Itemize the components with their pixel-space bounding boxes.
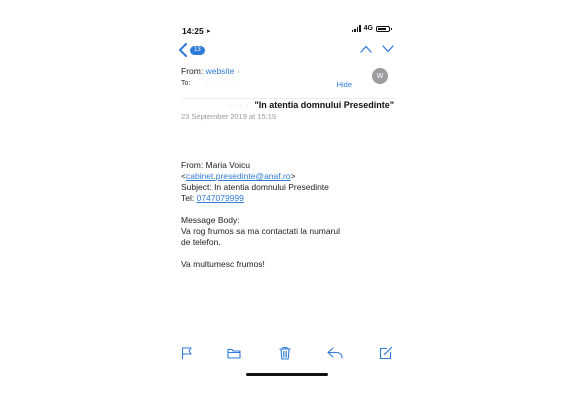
chevron-right-icon: › <box>237 67 241 76</box>
unread-badge: 13 <box>190 45 205 55</box>
compose-icon[interactable] <box>379 346 393 360</box>
message-body: From: Maria Voicu <cabinet.presedinte@an… <box>181 160 396 270</box>
subject-text: "In atentia domnului Presedinte" <box>254 100 395 110</box>
battery-level <box>378 27 386 30</box>
email-close-bracket: > <box>290 171 296 181</box>
subject-block: · · · · "In atentia domnului Presedinte" … <box>181 100 396 121</box>
email-link[interactable]: cabinet.presedinte@anaf.ro <box>186 171 291 181</box>
mail-screen: 14:25 ➤ 4G 13 From: website › To: · · · … <box>170 20 402 388</box>
message-body-label: Message Body: <box>181 215 240 225</box>
subject-redacted: · · · · <box>229 100 249 110</box>
phone-link[interactable]: 0747079999 <box>197 193 244 203</box>
message-body-line-2: de telefon. <box>181 237 221 247</box>
recipient[interactable]: · · · · · · · · <box>206 80 238 87</box>
to-label: To: <box>181 80 191 87</box>
status-time-text: 14:25 <box>182 26 204 36</box>
home-indicator[interactable] <box>246 373 328 376</box>
chevron-down-icon[interactable] <box>382 45 394 53</box>
from-label: From: <box>181 66 204 76</box>
tel-label: Tel: <box>181 193 197 203</box>
location-arrow-icon: ➤ <box>205 29 211 35</box>
message-date: 23 September 2019 at 15:19 <box>181 112 277 121</box>
chevron-left-icon <box>179 43 187 57</box>
trash-icon[interactable] <box>278 346 292 360</box>
battery-tip <box>390 27 392 30</box>
back-button[interactable]: 13 <box>178 43 205 57</box>
signal-icon <box>351 25 361 32</box>
message-header: From: website › To: · · · · · · · · Hide … <box>181 66 396 89</box>
from-line: From: website › <box>181 66 396 76</box>
network-label: 4G <box>363 25 373 32</box>
status-indicators: 4G <box>351 25 392 32</box>
header-divider <box>181 98 396 99</box>
sender-name[interactable]: website <box>206 66 235 76</box>
closing-line: Va multumesc frumos! <box>181 259 265 269</box>
status-bar: 14:25 ➤ 4G <box>170 20 402 40</box>
page: 14:25 ➤ 4G 13 From: website › To: · · · … <box>0 0 587 408</box>
folder-icon[interactable] <box>227 346 241 360</box>
battery-icon <box>376 25 392 32</box>
message-body-line-1: Va rog frumos sa ma contactati la numaru… <box>181 226 341 236</box>
flag-icon[interactable] <box>180 346 194 360</box>
avatar: W <box>372 68 388 84</box>
body-tel-line: Tel: 0747079999 <box>181 193 396 204</box>
message-navigation <box>360 45 394 53</box>
hide-button[interactable]: Hide <box>337 80 352 89</box>
chevron-up-icon[interactable] <box>360 45 372 53</box>
message-subject: · · · · "In atentia domnului Presedinte" <box>181 100 396 110</box>
reply-icon[interactable] <box>327 346 343 360</box>
body-from-line: From: Maria Voicu <box>181 160 250 170</box>
status-time: 14:25 ➤ <box>182 26 211 36</box>
body-subject-line: Subject: In atentia domnului Presedinte <box>181 182 329 192</box>
nav-bar: 13 <box>170 42 402 60</box>
body-email-line: <cabinet.presedinte@anaf.ro> <box>181 171 396 182</box>
bottom-toolbar <box>170 346 402 362</box>
to-line: To: · · · · · · · · <box>181 80 396 87</box>
